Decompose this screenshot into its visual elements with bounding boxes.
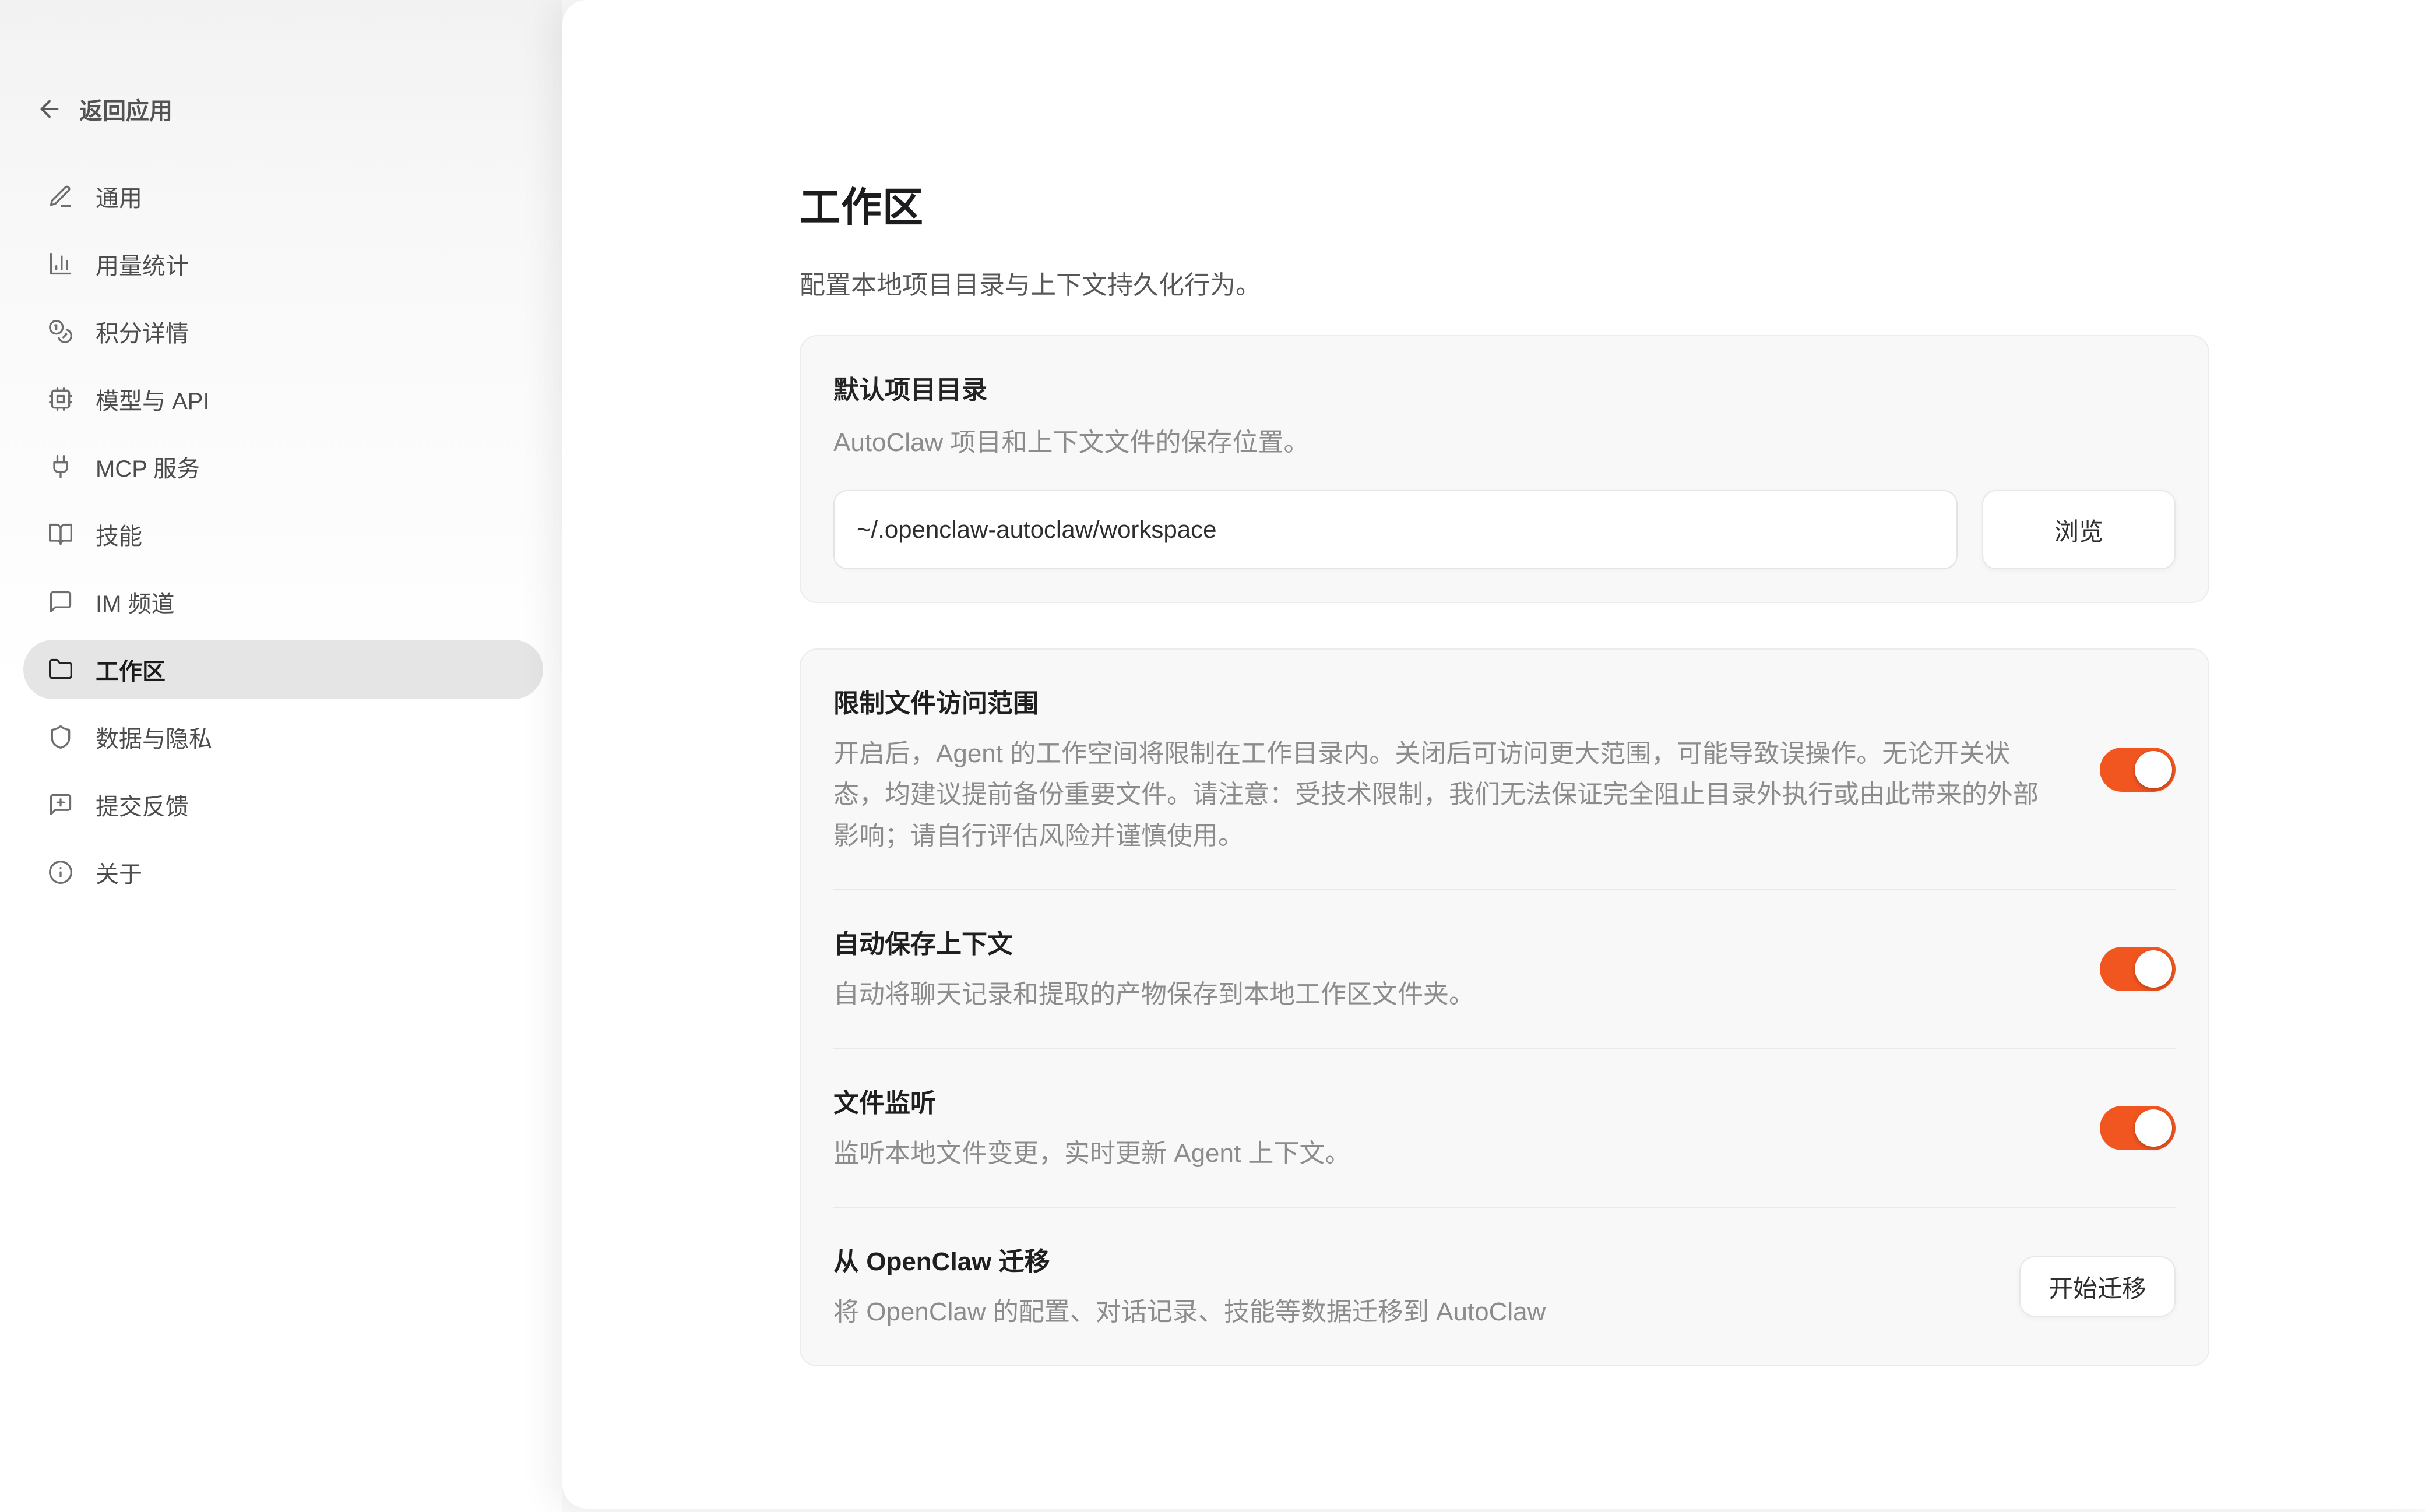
setting-text: 从 OpenClaw 迁移 将 OpenClaw 的配置、对话记录、技能等数据迁… — [833, 1240, 1546, 1333]
shield-icon — [48, 724, 73, 750]
browse-button[interactable]: 浏览 — [1982, 490, 2176, 569]
book-open-icon — [48, 521, 73, 547]
sidebar-item-feedback[interactable]: 提交反馈 — [23, 775, 543, 834]
directory-card-title: 默认项目目录 — [833, 369, 2176, 406]
sidebar: 返回应用 通用 用量统计 积分详情 模型与 API MCP 服务 技能 — [0, 0, 562, 1512]
sidebar-item-models-api[interactable]: 模型与 API — [23, 369, 543, 429]
setting-text: 自动保存上下文 自动将聊天记录和提取的产物保存到本地工作区文件夹。 — [833, 923, 1474, 1015]
sidebar-item-label: 工作区 — [96, 653, 166, 686]
setting-row-migrate: 从 OpenClaw 迁移 将 OpenClaw 的配置、对话记录、技能等数据迁… — [833, 1208, 2176, 1365]
toggle-knob — [2135, 751, 2172, 788]
restrict-access-toggle[interactable] — [2100, 748, 2176, 792]
folder-icon — [48, 657, 73, 682]
workspace-settings-page: 工作区 配置本地项目目录与上下文持久化行为。 默认项目目录 AutoClaw 项… — [562, 0, 2425, 1366]
coins-icon — [48, 319, 73, 344]
setting-row-file-watch: 文件监听 监听本地文件变更，实时更新 Agent 上下文。 — [833, 1049, 2176, 1207]
back-to-app-label: 返回应用 — [79, 92, 173, 126]
sidebar-item-label: 关于 — [96, 855, 142, 889]
sidebar-item-im-channels[interactable]: IM 频道 — [23, 572, 543, 632]
toggle-knob — [2135, 950, 2172, 988]
workspace-settings-card: 限制文件访问范围 开启后，Agent 的工作空间将限制在工作目录内。关闭后可访问… — [800, 648, 2209, 1366]
feedback-icon — [48, 792, 73, 817]
page-subtitle: 配置本地项目目录与上下文持久化行为。 — [800, 264, 2209, 301]
setting-text: 文件监听 监听本地文件变更，实时更新 Agent 上下文。 — [833, 1082, 1350, 1174]
setting-title: 从 OpenClaw 迁移 — [833, 1240, 1546, 1278]
file-watch-toggle[interactable] — [2100, 1106, 2176, 1150]
setting-row-auto-save-context: 自动保存上下文 自动将聊天记录和提取的产物保存到本地工作区文件夹。 — [833, 890, 2176, 1048]
page-title: 工作区 — [800, 175, 2209, 234]
sidebar-item-mcp[interactable]: MCP 服务 — [23, 437, 543, 496]
sidebar-item-label: 模型与 API — [96, 382, 210, 416]
sidebar-item-workspace[interactable]: 工作区 — [23, 640, 543, 699]
sidebar-item-label: 提交反馈 — [96, 788, 189, 822]
toggle-knob — [2135, 1109, 2172, 1147]
sidebar-item-label: 数据与隐私 — [96, 720, 212, 754]
setting-text: 限制文件访问范围 开启后，Agent 的工作空间将限制在工作目录内。关闭后可访问… — [833, 682, 2040, 857]
auto-save-context-toggle[interactable] — [2100, 947, 2176, 991]
setting-title: 自动保存上下文 — [833, 923, 1474, 960]
sidebar-item-credits[interactable]: 积分详情 — [23, 302, 543, 361]
bar-chart-icon — [48, 251, 73, 277]
default-directory-card: 默认项目目录 AutoClaw 项目和上下文文件的保存位置。 浏览 — [800, 335, 2209, 603]
chip-icon — [48, 386, 73, 412]
setting-row-restrict-access: 限制文件访问范围 开启后，Agent 的工作空间将限制在工作目录内。关闭后可访问… — [833, 650, 2176, 889]
setting-description: 监听本地文件变更，实时更新 Agent 上下文。 — [833, 1133, 1350, 1174]
sidebar-item-about[interactable]: 关于 — [23, 843, 543, 902]
sidebar-item-label: 技能 — [96, 517, 142, 551]
back-to-app-button[interactable]: 返回应用 — [36, 92, 562, 126]
sidebar-item-usage[interactable]: 用量统计 — [23, 234, 543, 294]
main-panel: 工作区 配置本地项目目录与上下文持久化行为。 默认项目目录 AutoClaw 项… — [562, 0, 2425, 1509]
sidebar-item-label: MCP 服务 — [96, 450, 200, 484]
sidebar-item-label: IM 频道 — [96, 585, 175, 619]
sidebar-item-data-privacy[interactable]: 数据与隐私 — [23, 707, 543, 767]
plug-icon — [48, 454, 73, 480]
setting-description: 自动将聊天记录和提取的产物保存到本地工作区文件夹。 — [833, 974, 1474, 1015]
sidebar-item-skills[interactable]: 技能 — [23, 505, 543, 564]
pencil-icon — [48, 184, 73, 209]
directory-card-description: AutoClaw 项目和上下文文件的保存位置。 — [833, 421, 2176, 459]
sidebar-nav: 通用 用量统计 积分详情 模型与 API MCP 服务 技能 IM 频道 — [23, 167, 543, 902]
sidebar-item-label: 积分详情 — [96, 315, 189, 348]
sidebar-item-label: 通用 — [96, 179, 142, 213]
setting-description: 将 OpenClaw 的配置、对话记录、技能等数据迁移到 AutoClaw — [833, 1292, 1546, 1333]
sidebar-item-label: 用量统计 — [96, 247, 189, 281]
setting-title: 限制文件访问范围 — [833, 682, 2040, 720]
info-icon — [48, 859, 73, 885]
start-migration-button[interactable]: 开始迁移 — [2019, 1256, 2176, 1317]
setting-description: 开启后，Agent 的工作空间将限制在工作目录内。关闭后可访问更大范围，可能导致… — [833, 734, 2040, 857]
directory-path-input[interactable] — [833, 490, 1958, 569]
message-icon — [48, 589, 73, 615]
arrow-left-icon — [36, 96, 63, 122]
sidebar-item-general[interactable]: 通用 — [23, 167, 543, 226]
directory-input-row: 浏览 — [833, 490, 2176, 569]
setting-title: 文件监听 — [833, 1082, 1350, 1119]
